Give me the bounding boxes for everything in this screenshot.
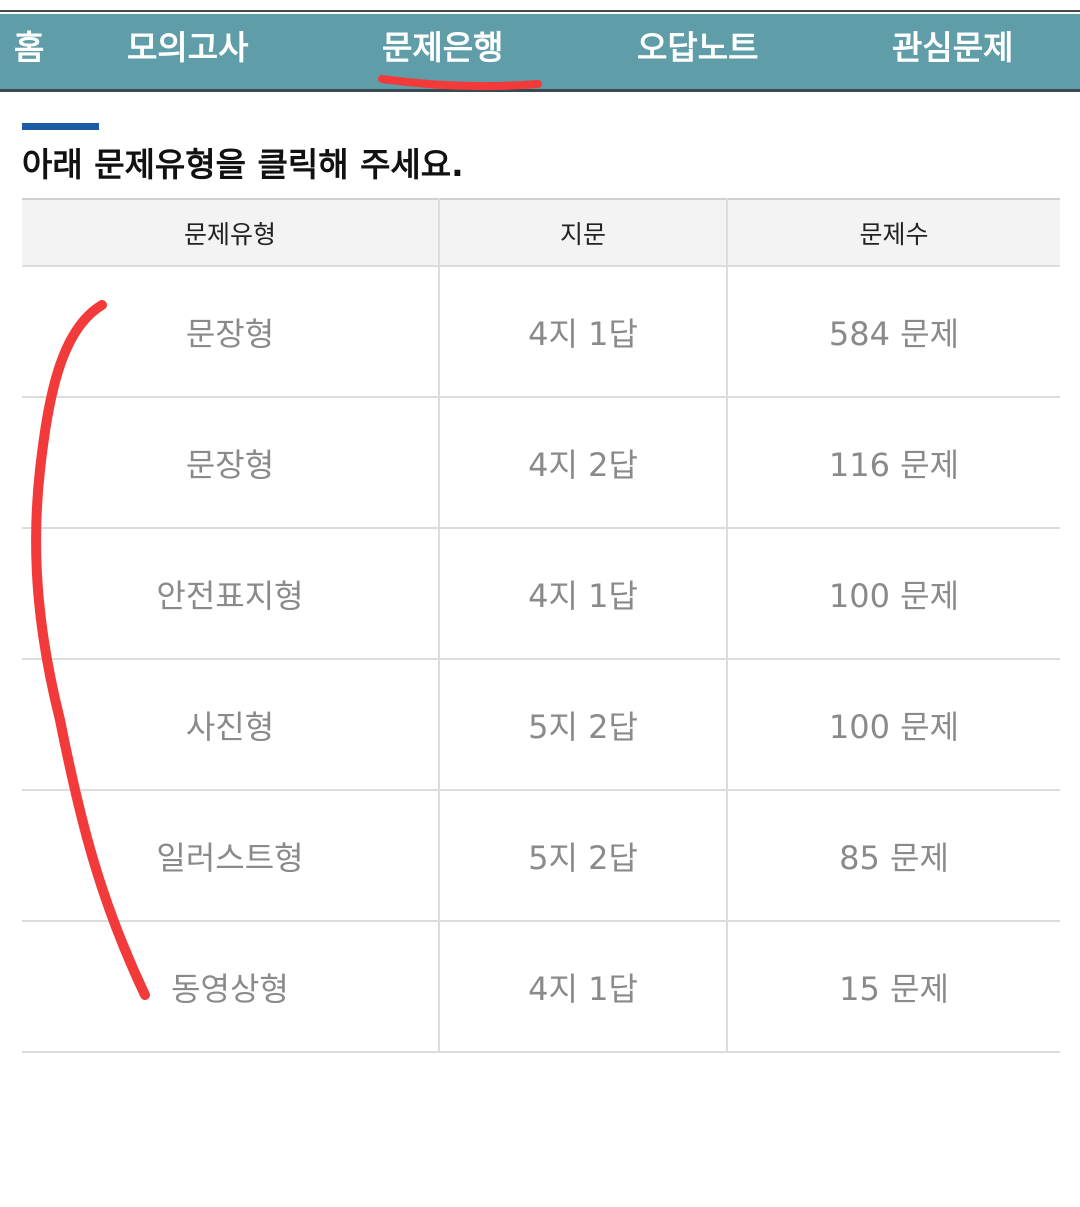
cell-choice[interactable]: 4지 1답 [438,528,727,659]
table-row[interactable]: 사진형 5지 2답 100 문제 [22,659,1060,790]
table-row[interactable]: 일러스트형 5지 2답 85 문제 [22,790,1060,921]
instruction-text: 아래 문제유형을 클릭해 주세요. [22,145,464,184]
table-header-row: 문제유형 지문 문제수 [22,199,1060,266]
cell-type[interactable]: 일러스트형 [22,790,439,921]
nav-tab-home[interactable]: 홈 [14,14,44,89]
cell-choice[interactable]: 4지 2답 [438,397,727,528]
cell-type[interactable]: 문장형 [22,266,439,397]
cell-count[interactable]: 15 문제 [726,921,1060,1052]
header-type: 문제유형 [183,219,276,249]
section-accent-bar [22,123,99,130]
top-divider [0,10,1080,12]
cell-count[interactable]: 584 문제 [726,266,1060,397]
main-navbar: 홈 모의고사 문제은행 오답노트 관심문제 [0,14,1080,92]
cell-type[interactable]: 동영상형 [22,921,439,1052]
cell-choice[interactable]: 5지 2답 [438,659,727,790]
cell-count[interactable]: 85 문제 [726,790,1060,921]
cell-type[interactable]: 문장형 [22,397,439,528]
cell-count[interactable]: 116 문제 [726,397,1060,528]
header-choice: 지문 [438,199,727,266]
cell-count[interactable]: 100 문제 [726,528,1060,659]
table-row[interactable]: 안전표지형 4지 1답 100 문제 [22,528,1060,659]
table-row[interactable]: 동영상형 4지 1답 15 문제 [22,921,1060,1052]
header-count: 문제수 [726,199,1060,266]
cell-type[interactable]: 사진형 [22,659,439,790]
nav-tab-mock-exam[interactable]: 모의고사 [127,14,248,89]
cell-choice[interactable]: 4지 1답 [438,266,727,397]
table-row[interactable]: 문장형 4지 1답 584 문제 [22,266,1060,397]
nav-tab-favorite-questions[interactable]: 관심문제 [892,14,1013,89]
question-type-table: 문제유형 지문 문제수 문장형 4지 1답 584 문제 문장형 4지 2답 1… [22,198,1060,1053]
cell-count[interactable]: 100 문제 [726,659,1060,790]
cell-choice[interactable]: 5지 2답 [438,790,727,921]
nav-tab-question-bank[interactable]: 문제은행 [382,14,503,89]
table-row[interactable]: 문장형 4지 2답 116 문제 [22,397,1060,528]
cell-choice[interactable]: 4지 1답 [438,921,727,1052]
nav-tab-wrong-answer-note[interactable]: 오답노트 [637,14,758,89]
cell-type[interactable]: 안전표지형 [22,528,439,659]
